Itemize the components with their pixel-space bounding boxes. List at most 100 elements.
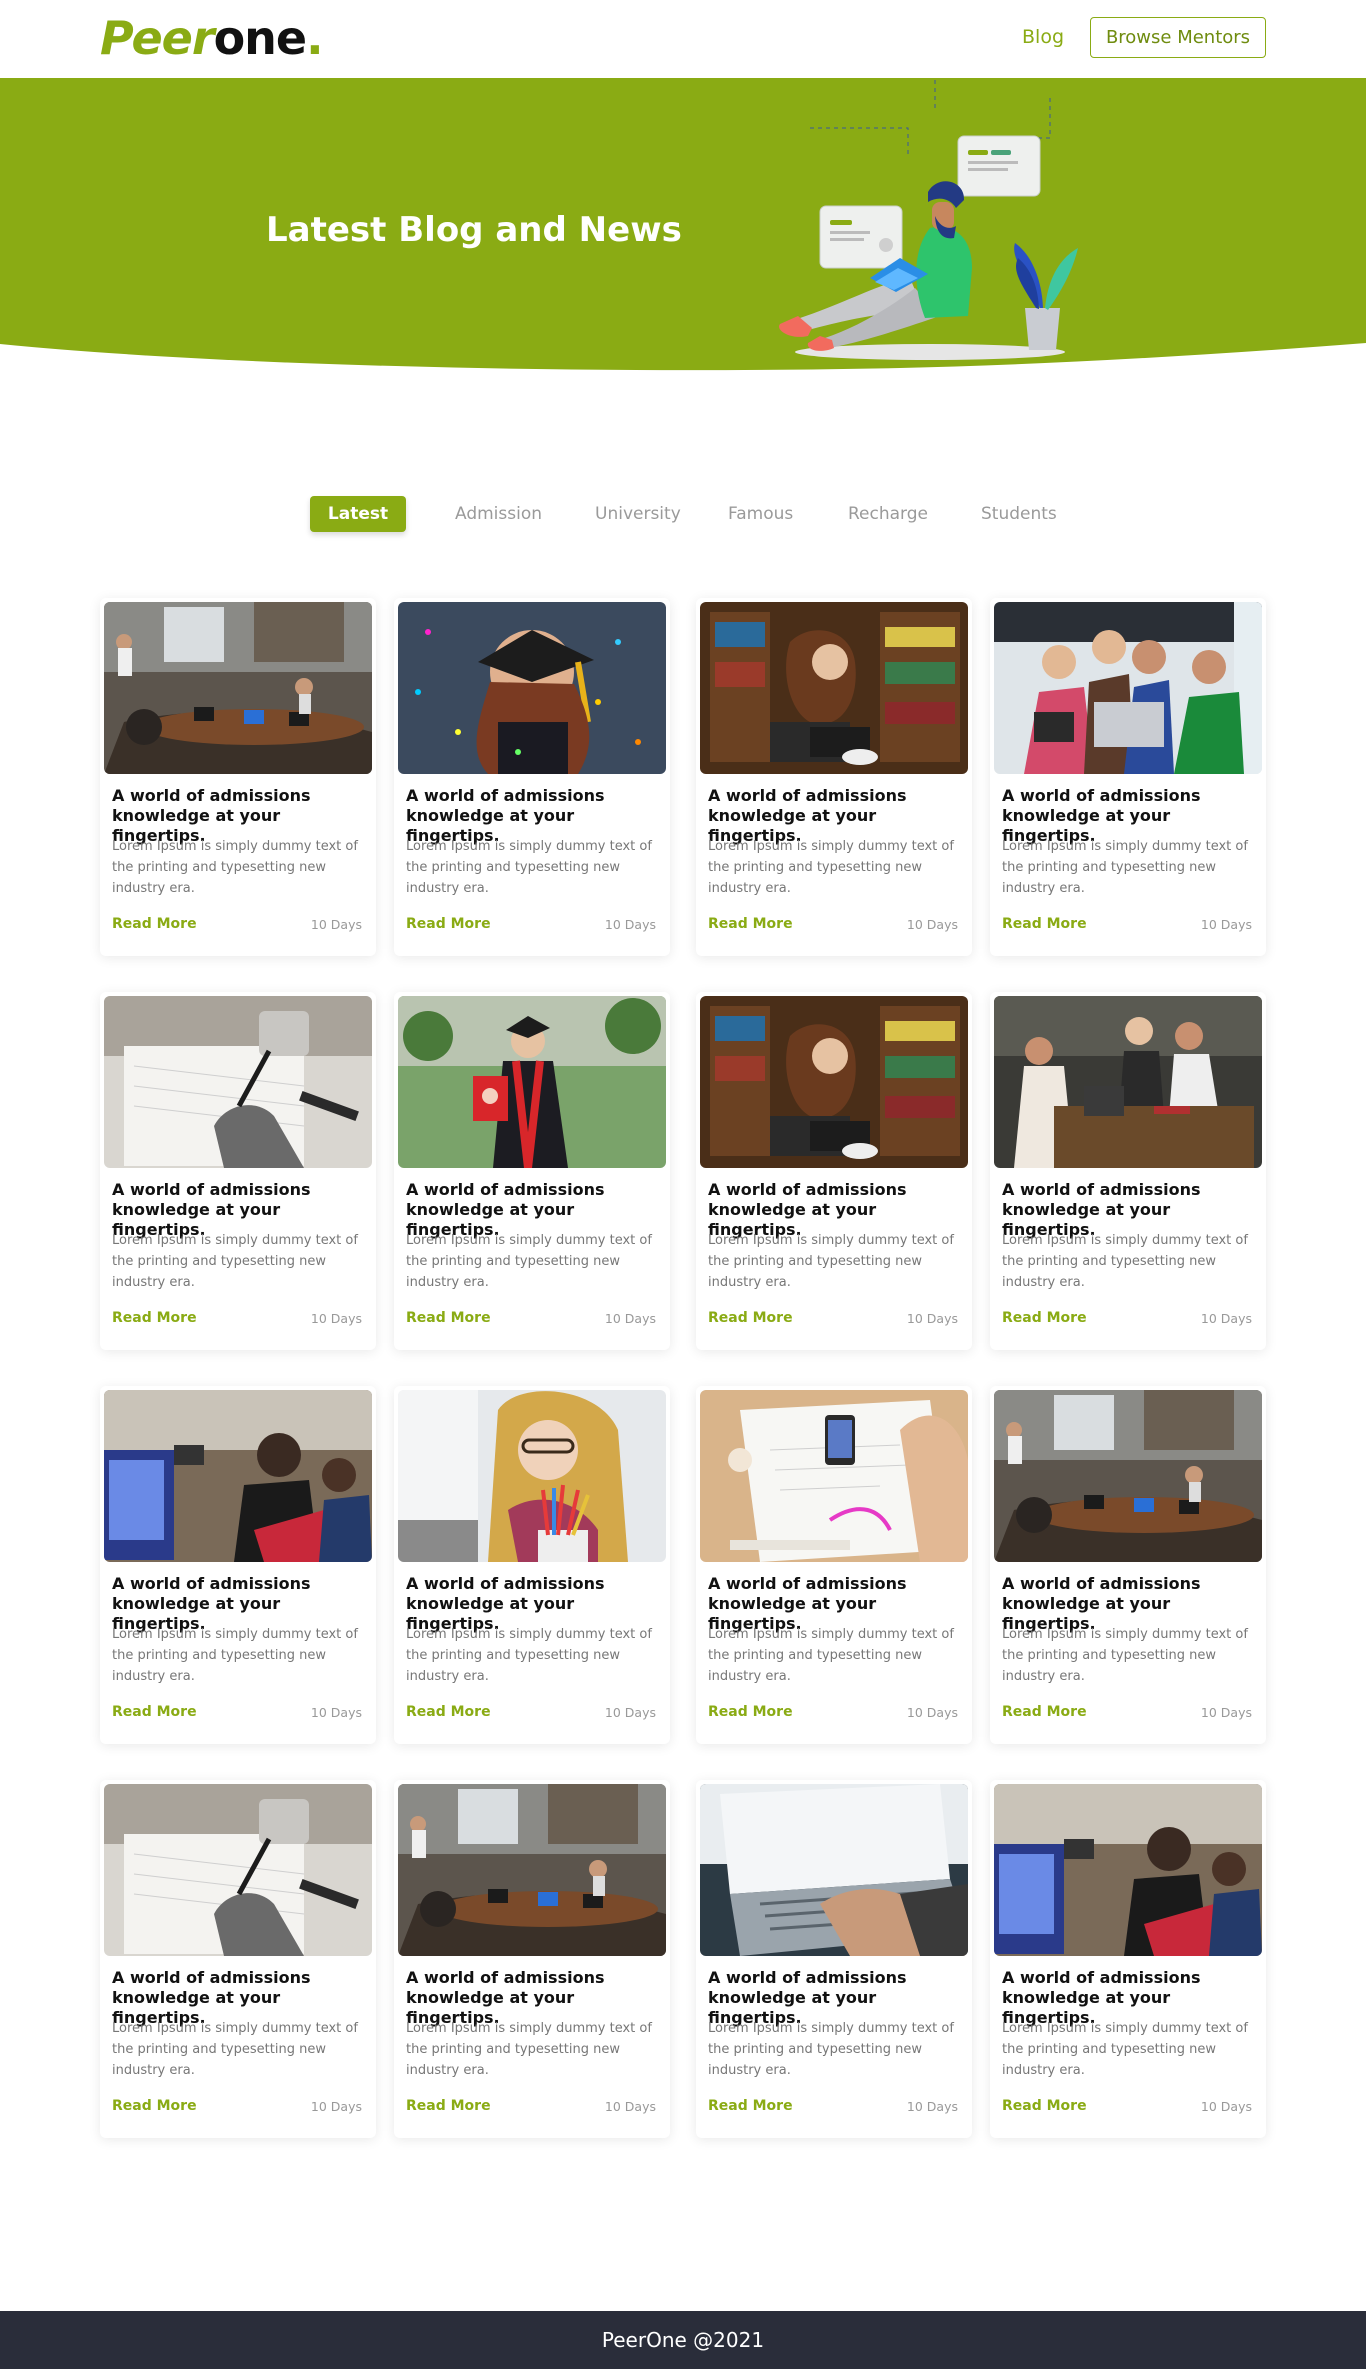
- footer: PeerOne @2021: [0, 2311, 1366, 2369]
- blog-card-excerpt: Lorem Ipsum is simply dummy text of the …: [708, 1233, 954, 1290]
- blog-card-excerpt: Lorem Ipsum is simply dummy text of the …: [112, 2021, 358, 2078]
- tab-university[interactable]: University: [595, 496, 681, 532]
- blog-card-excerpt: Lorem Ipsum is simply dummy text of the …: [112, 839, 358, 896]
- blog-card-excerpt: Lorem Ipsum is simply dummy text of the …: [708, 2021, 954, 2078]
- logo-one: one: [213, 11, 308, 65]
- blog-card[interactable]: A world of admissions knowledge at your …: [100, 1780, 376, 2138]
- post-age: 10 Days: [604, 1705, 656, 1720]
- read-more-link[interactable]: Read More: [1002, 1310, 1087, 1326]
- hero-title: Latest Blog and News: [266, 210, 682, 250]
- blog-card[interactable]: A world of admissions knowledge at your …: [696, 1780, 972, 2138]
- tab-students[interactable]: Students: [981, 496, 1057, 532]
- blog-card-excerpt: Lorem Ipsum is simply dummy text of the …: [406, 1627, 652, 1684]
- post-age: 10 Days: [310, 1705, 362, 1720]
- read-more-link[interactable]: Read More: [406, 1704, 491, 1720]
- post-age: 10 Days: [906, 2099, 958, 2114]
- blog-card-image[interactable]: [700, 1390, 968, 1562]
- blog-card[interactable]: A world of admissions knowledge at your …: [990, 598, 1266, 956]
- post-age: 10 Days: [310, 2099, 362, 2114]
- blog-card-image[interactable]: [104, 602, 372, 774]
- blog-card[interactable]: A world of admissions knowledge at your …: [394, 992, 670, 1350]
- blog-card[interactable]: A world of admissions knowledge at your …: [990, 1780, 1266, 2138]
- blog-card-image[interactable]: [994, 1784, 1262, 1956]
- blog-card-image[interactable]: [700, 996, 968, 1168]
- blog-card-excerpt: Lorem Ipsum is simply dummy text of the …: [1002, 1233, 1248, 1290]
- hero-banner: Latest Blog and News: [0, 78, 1366, 378]
- logo-dot: .: [306, 11, 324, 65]
- read-more-link[interactable]: Read More: [1002, 916, 1087, 932]
- category-tabs: Latest Admission University Famous Recha…: [310, 496, 1070, 532]
- read-more-link[interactable]: Read More: [708, 2098, 793, 2114]
- blog-card[interactable]: A world of admissions knowledge at your …: [696, 1386, 972, 1744]
- read-more-link[interactable]: Read More: [112, 2098, 197, 2114]
- read-more-link[interactable]: Read More: [406, 916, 491, 932]
- read-more-link[interactable]: Read More: [1002, 2098, 1087, 2114]
- blog-card-excerpt: Lorem Ipsum is simply dummy text of the …: [708, 839, 954, 896]
- student-laptop-illustration: [779, 78, 1078, 360]
- read-more-link[interactable]: Read More: [708, 1704, 793, 1720]
- blog-card-excerpt: Lorem Ipsum is simply dummy text of the …: [406, 839, 652, 896]
- tab-recharge[interactable]: Recharge: [848, 496, 928, 532]
- post-age: 10 Days: [906, 1705, 958, 1720]
- nav-blog-link[interactable]: Blog: [1022, 26, 1064, 48]
- blog-card-image[interactable]: [700, 602, 968, 774]
- read-more-link[interactable]: Read More: [406, 2098, 491, 2114]
- blog-card[interactable]: A world of admissions knowledge at your …: [394, 1780, 670, 2138]
- blog-card[interactable]: A world of admissions knowledge at your …: [100, 992, 376, 1350]
- read-more-link[interactable]: Read More: [112, 1310, 197, 1326]
- logo[interactable]: Peerone.: [100, 10, 324, 66]
- blog-card-image[interactable]: [398, 1390, 666, 1562]
- read-more-link[interactable]: Read More: [406, 1310, 491, 1326]
- post-age: 10 Days: [604, 2099, 656, 2114]
- tab-admission[interactable]: Admission: [455, 496, 542, 532]
- blog-card-image[interactable]: [994, 996, 1262, 1168]
- blog-card-excerpt: Lorem Ipsum is simply dummy text of the …: [708, 1627, 954, 1684]
- read-more-link[interactable]: Read More: [1002, 1704, 1087, 1720]
- post-age: 10 Days: [1200, 917, 1252, 932]
- footer-copyright: PeerOne @2021: [601, 2328, 765, 2352]
- post-age: 10 Days: [1200, 1311, 1252, 1326]
- blog-card[interactable]: A world of admissions knowledge at your …: [100, 598, 376, 956]
- blog-card-image[interactable]: [104, 996, 372, 1168]
- blog-card-excerpt: Lorem Ipsum is simply dummy text of the …: [112, 1233, 358, 1290]
- top-navbar: Peerone. Blog Browse Mentors: [0, 0, 1366, 78]
- blog-card[interactable]: A world of admissions knowledge at your …: [394, 1386, 670, 1744]
- post-age: 10 Days: [1200, 2099, 1252, 2114]
- post-age: 10 Days: [906, 1311, 958, 1326]
- blog-card-image[interactable]: [398, 996, 666, 1168]
- read-more-link[interactable]: Read More: [112, 1704, 197, 1720]
- logo-peer: Peer: [100, 11, 215, 65]
- blog-card[interactable]: A world of admissions knowledge at your …: [100, 1386, 376, 1744]
- tab-latest[interactable]: Latest: [310, 496, 406, 532]
- blog-card-image[interactable]: [994, 1390, 1262, 1562]
- blog-card[interactable]: A world of admissions knowledge at your …: [990, 992, 1266, 1350]
- post-age: 10 Days: [310, 917, 362, 932]
- blog-card[interactable]: A world of admissions knowledge at your …: [696, 992, 972, 1350]
- blog-card-excerpt: Lorem Ipsum is simply dummy text of the …: [1002, 839, 1248, 896]
- browse-mentors-button[interactable]: Browse Mentors: [1090, 17, 1266, 58]
- blog-card-excerpt: Lorem Ipsum is simply dummy text of the …: [406, 2021, 652, 2078]
- blog-card[interactable]: A world of admissions knowledge at your …: [990, 1386, 1266, 1744]
- blog-card[interactable]: A world of admissions knowledge at your …: [696, 598, 972, 956]
- blog-card-excerpt: Lorem Ipsum is simply dummy text of the …: [1002, 2021, 1248, 2078]
- blog-card-image[interactable]: [398, 602, 666, 774]
- read-more-link[interactable]: Read More: [708, 1310, 793, 1326]
- post-age: 10 Days: [604, 1311, 656, 1326]
- blog-card-image[interactable]: [700, 1784, 968, 1956]
- blog-card-image[interactable]: [398, 1784, 666, 1956]
- blog-card-excerpt: Lorem Ipsum is simply dummy text of the …: [1002, 1627, 1248, 1684]
- read-more-link[interactable]: Read More: [708, 916, 793, 932]
- post-age: 10 Days: [1200, 1705, 1252, 1720]
- read-more-link[interactable]: Read More: [112, 916, 197, 932]
- tab-famous[interactable]: Famous: [728, 496, 793, 532]
- blog-card-excerpt: Lorem Ipsum is simply dummy text of the …: [112, 1627, 358, 1684]
- blog-card-image[interactable]: [994, 602, 1262, 774]
- blog-card-image[interactable]: [104, 1390, 372, 1562]
- blog-card[interactable]: A world of admissions knowledge at your …: [394, 598, 670, 956]
- blog-card-image[interactable]: [104, 1784, 372, 1956]
- post-age: 10 Days: [310, 1311, 362, 1326]
- post-age: 10 Days: [906, 917, 958, 932]
- hero-background: [0, 78, 1366, 371]
- post-age: 10 Days: [604, 917, 656, 932]
- blog-card-excerpt: Lorem Ipsum is simply dummy text of the …: [406, 1233, 652, 1290]
